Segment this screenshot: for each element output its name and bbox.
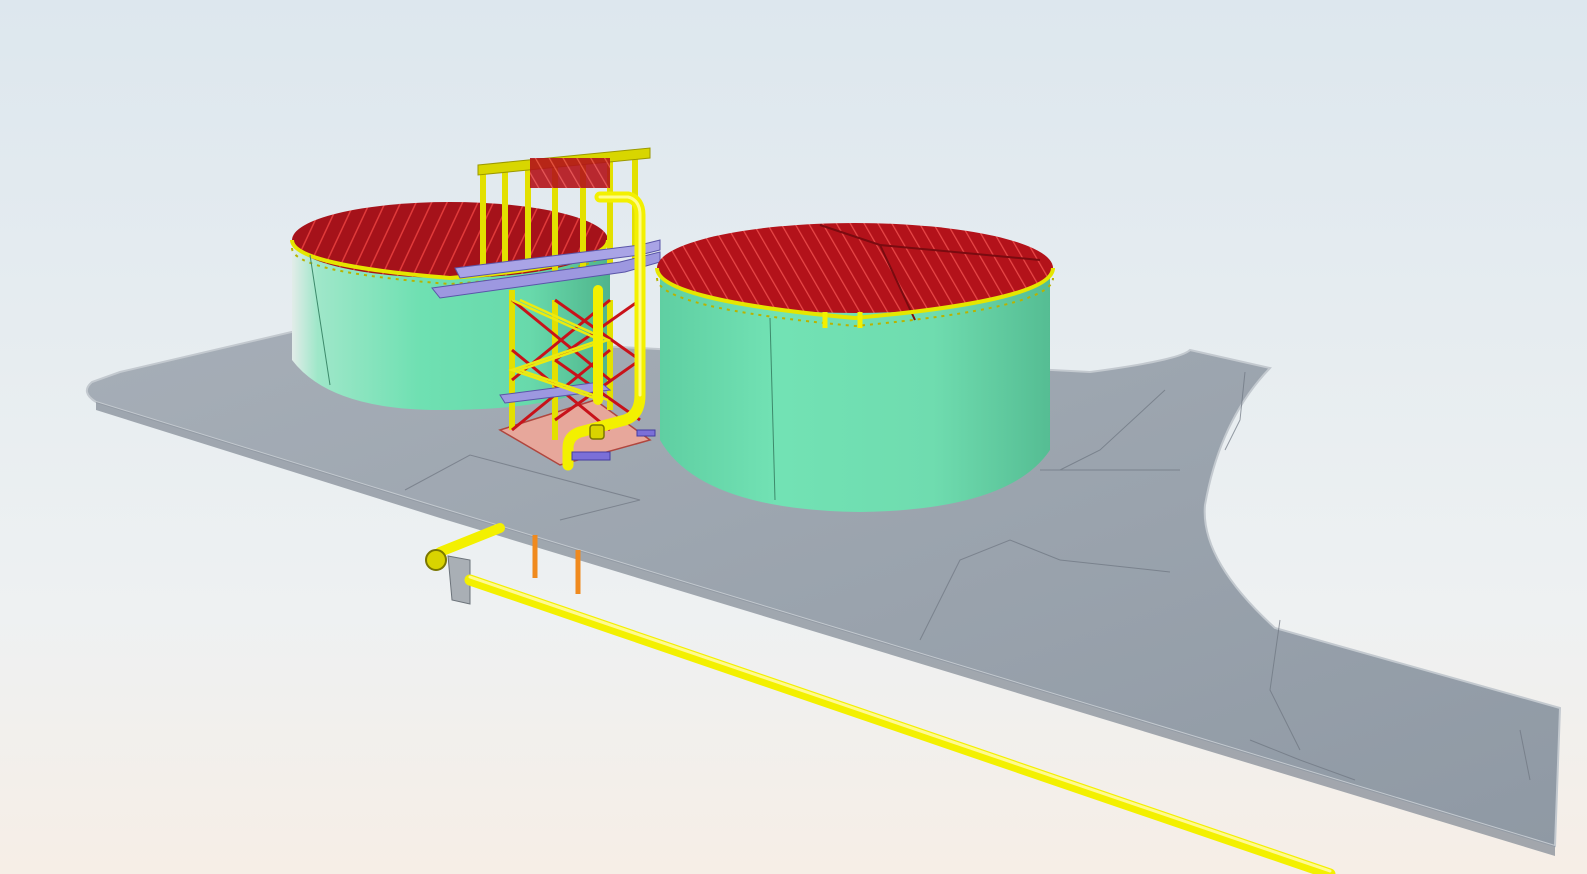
valve-icon[interactable] xyxy=(589,424,605,440)
flange-icon[interactable] xyxy=(425,549,447,571)
tank-left-roof xyxy=(292,202,608,278)
tank-right[interactable] xyxy=(655,223,1055,512)
model-viewport[interactable] xyxy=(0,0,1587,874)
scene-canvas[interactable] xyxy=(0,0,1587,874)
